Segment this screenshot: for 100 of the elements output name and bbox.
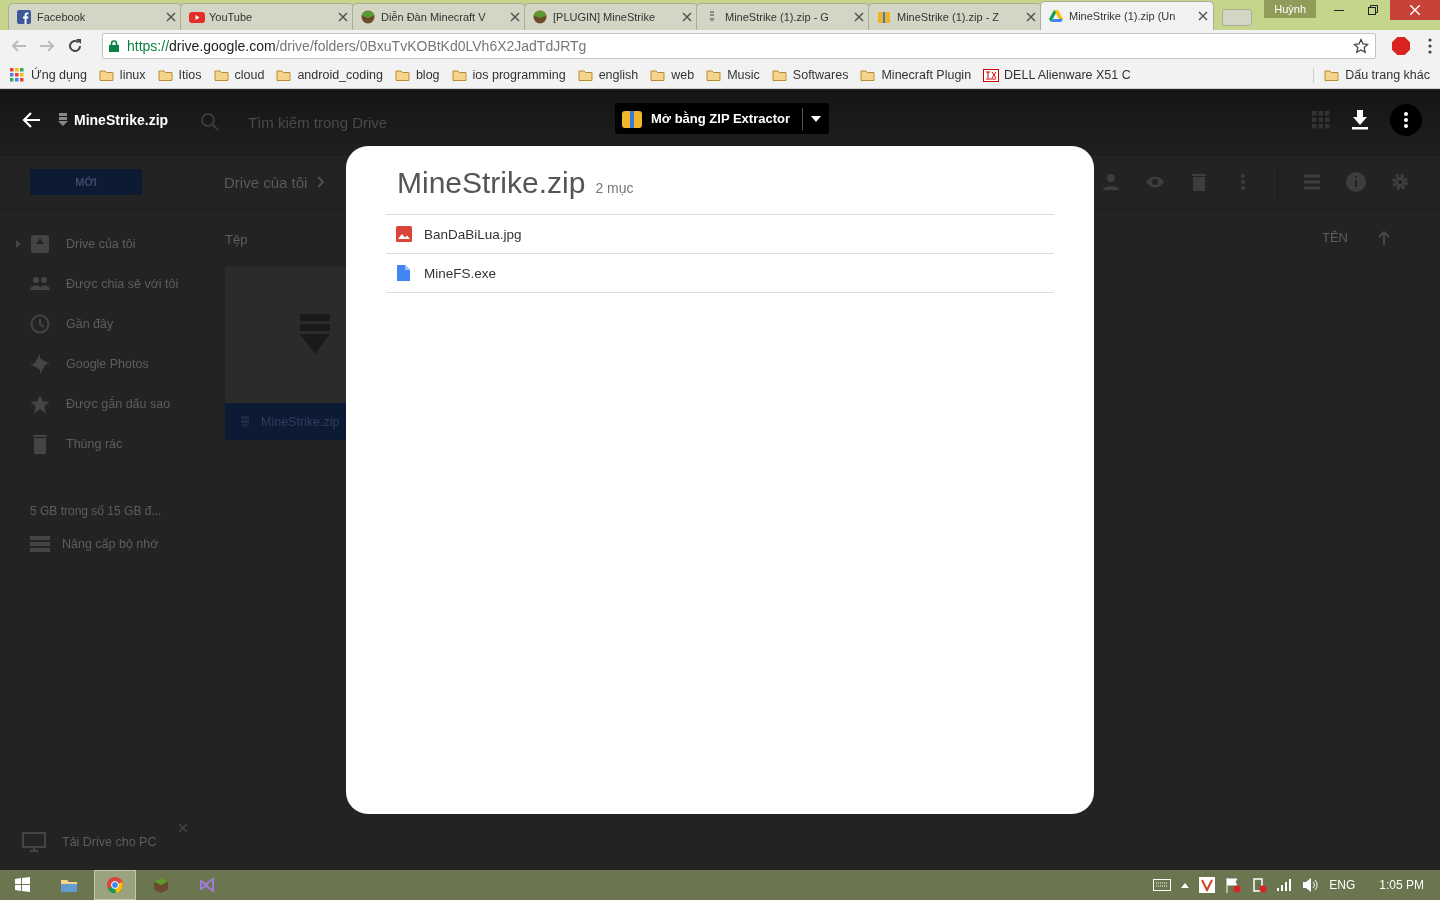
file-title: MineStrike.zip [74, 112, 169, 128]
language-indicator[interactable]: ENG [1329, 878, 1356, 892]
browser-tab[interactable]: MineStrike (1).zip (Un [1040, 1, 1214, 30]
file-row[interactable]: BanDaBiLua.jpg [386, 215, 1054, 254]
close-icon [1410, 5, 1420, 15]
open-with-button[interactable]: Mở bằng ZIP Extractor [615, 103, 830, 134]
site-logo-icon [983, 67, 1000, 83]
folder-icon [1324, 67, 1341, 83]
bookmark[interactable]: DELL Alienware X51 C [983, 67, 1131, 83]
bookmark[interactable]: english [577, 67, 639, 83]
bookmark[interactable]: blog [394, 67, 440, 83]
signal-bars-icon[interactable] [1277, 879, 1294, 891]
dialog-title: MineStrike.zip [397, 166, 586, 200]
trash-icon [30, 434, 50, 454]
taskbar-app[interactable] [94, 870, 136, 900]
clock[interactable]: 1:05 PM [1379, 878, 1424, 892]
grass-block-icon [153, 877, 169, 893]
bookmark[interactable]: cloud [213, 67, 265, 83]
archive-icon [621, 108, 643, 129]
browser-tab[interactable]: MineStrike (1).zip - G [696, 3, 870, 30]
browser-tab[interactable]: Facebook [8, 3, 182, 30]
storage-icon [30, 536, 50, 552]
caret-up-icon[interactable] [1181, 882, 1190, 888]
folder-icon [157, 67, 174, 83]
bookmark[interactable]: ios programming [451, 67, 566, 83]
url-text: https://drive.google.com/drive/folders/0BxuTvKOBtKd0LVh6X2JadTdJRTg [127, 38, 588, 54]
folder-icon [451, 67, 468, 83]
browser-icon [107, 877, 123, 893]
search-icon [200, 112, 220, 132]
close-icon[interactable] [338, 12, 348, 22]
document-icon [396, 265, 412, 281]
bookmark[interactable]: web [650, 67, 695, 83]
close-icon[interactable] [682, 12, 692, 22]
browser-tab[interactable]: Diễn Đàn Minecraft V [352, 3, 526, 30]
folder-icon [650, 67, 667, 83]
bookmark[interactable]: Ứng dụng [10, 67, 87, 83]
restore-icon [1368, 5, 1378, 15]
download-icon [1352, 110, 1368, 130]
bookmark[interactable]: Minecraft Plugin [860, 67, 972, 83]
close-icon[interactable] [1026, 12, 1036, 22]
star-icon [30, 394, 50, 414]
adblock-icon[interactable] [1392, 37, 1410, 55]
bookmark[interactable]: Softwares [771, 67, 849, 83]
grass-block-icon [361, 10, 377, 24]
folder-icon [706, 67, 723, 83]
more-vertical-icon [1404, 112, 1408, 128]
close-icon[interactable] [1198, 11, 1208, 21]
drive-icon [1049, 9, 1065, 23]
browser-tab[interactable]: MineStrike (1).zip - Z [868, 3, 1042, 30]
image-file-icon [396, 226, 412, 242]
folder-icon [61, 877, 77, 893]
browser-tab[interactable]: [PLUGIN] MineStrike [524, 3, 698, 30]
plug-icon[interactable] [1251, 877, 1268, 893]
browser-tab[interactable]: YouTube [180, 3, 354, 30]
folder-icon [860, 67, 877, 83]
bookmark[interactable]: Music [706, 67, 760, 83]
section-label: Tệp [225, 232, 248, 247]
minimize-icon [1334, 9, 1344, 11]
file-row[interactable]: MineFS.exe [386, 254, 1054, 293]
folder-icon [394, 67, 411, 83]
bookmark[interactable]: linux [98, 67, 146, 83]
address-bar[interactable]: https://drive.google.com/drive/folders/0BxuTvKOBtKd0LVh6X2JadTdJRTg [102, 33, 1376, 59]
storage-text: 5 GB trong số 15 GB đ... [30, 504, 163, 518]
grass-block-icon [533, 10, 549, 24]
bookmark[interactable]: android_coding [276, 67, 383, 83]
hard-drive-icon [30, 234, 50, 254]
reload-icon [67, 38, 83, 54]
keyboard-icon[interactable] [1153, 879, 1172, 891]
close-icon[interactable] [166, 12, 176, 22]
folder-icon [98, 67, 115, 83]
forward-arrow-icon [39, 38, 55, 54]
infinity-icon [199, 877, 215, 893]
apps-grid-icon [10, 67, 26, 83]
close-icon[interactable] [854, 12, 864, 22]
back-arrow-icon [11, 38, 27, 54]
close-icon[interactable] [510, 12, 520, 22]
menu-icon[interactable] [1428, 38, 1432, 54]
star-icon[interactable] [1353, 38, 1369, 54]
expand-arrow-icon [16, 240, 21, 248]
item-count: 2 mục [595, 180, 634, 196]
sort-up-arrow-icon [1378, 230, 1390, 245]
bookmark[interactable]: Itios [157, 67, 202, 83]
speaker-icon[interactable] [1303, 878, 1320, 892]
folder-icon [577, 67, 594, 83]
facebook-icon [17, 10, 33, 24]
bookmark[interactable]: Dấu trang khác [1313, 67, 1430, 83]
back-arrow-icon [22, 112, 40, 128]
v-logo-icon[interactable] [1199, 877, 1216, 893]
flag-icon[interactable] [1225, 877, 1242, 893]
caret-icon [811, 115, 822, 122]
monitor-icon [22, 832, 46, 852]
folder-icon [276, 67, 293, 83]
clock-icon [30, 314, 50, 334]
youtube-icon [189, 10, 205, 24]
chevron-right-icon [317, 176, 326, 188]
download-button[interactable] [1352, 110, 1368, 130]
archive-icon [877, 10, 893, 24]
lock-icon [109, 40, 119, 52]
zipper-icon [58, 113, 68, 127]
folder-icon [771, 67, 788, 83]
